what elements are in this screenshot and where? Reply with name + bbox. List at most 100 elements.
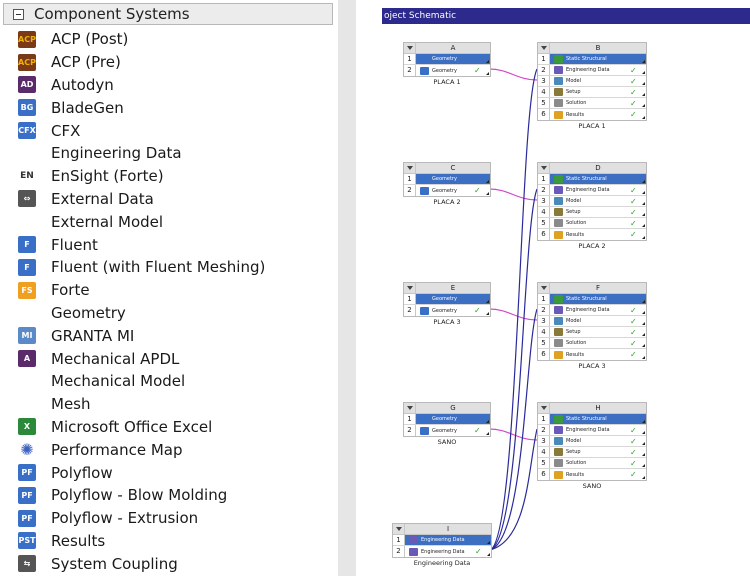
system-block[interactable]: B 1 Static Structural 2 Engineering Data ✓ 3 Mo…: [537, 42, 647, 121]
system-cell[interactable]: 6 Results ✓: [538, 229, 646, 240]
system-cell[interactable]: 1 Geometry: [404, 54, 490, 65]
toolbox-item[interactable]: ACP ACP (Pre): [0, 51, 336, 74]
system-name[interactable]: PLACA 2: [403, 198, 491, 206]
collapse-minus-icon[interactable]: [13, 8, 24, 20]
system-cell[interactable]: 1 Static Structural: [538, 294, 646, 305]
system-menu-arrow-icon[interactable]: [538, 43, 550, 53]
system-name[interactable]: PLACA 1: [403, 78, 491, 86]
system-cell[interactable]: 2 Engineering Data ✓: [538, 65, 646, 76]
toolbox-item[interactable]: AD Autodyn: [0, 74, 336, 97]
system-block[interactable]: A 1 Geometry 2 Geometry ✓: [403, 42, 491, 77]
system-block[interactable]: G 1 Geometry 2 Geometry ✓: [403, 402, 491, 437]
system-cell[interactable]: 4 Setup ✓: [538, 87, 646, 98]
system-cell[interactable]: 1 Geometry: [404, 414, 490, 425]
system-menu-arrow-icon[interactable]: [404, 43, 416, 53]
system-cell[interactable]: 2 Geometry ✓: [404, 425, 490, 436]
system-cell[interactable]: 4 Setup ✓: [538, 447, 646, 458]
toolbox-item[interactable]: ACP ACP (Post): [0, 28, 336, 51]
system-cell[interactable]: 3 Model ✓: [538, 436, 646, 447]
system-cell[interactable]: 1 Static Structural: [538, 54, 646, 65]
system-header[interactable]: D: [538, 163, 646, 174]
toolbox-item[interactable]: ✺ Performance Map: [0, 438, 336, 461]
engineering-data-link-wire: [489, 428, 538, 551]
toolbox-item[interactable]: PF Polyflow - Extrusion: [0, 507, 336, 530]
system-header[interactable]: B: [538, 43, 646, 54]
system-cell[interactable]: 2 Engineering Data ✓: [538, 185, 646, 196]
system-header[interactable]: F: [538, 283, 646, 294]
toolbox-item[interactable]: BG BladeGen: [0, 96, 336, 119]
toolbox-item[interactable]: ⇔ External Data: [0, 188, 336, 211]
system-header[interactable]: E: [404, 283, 490, 294]
system-cell[interactable]: 1 Geometry: [404, 174, 490, 185]
system-cell[interactable]: 2 Geometry ✓: [404, 185, 490, 196]
system-name[interactable]: PLACA 3: [403, 318, 491, 326]
toolbox-item[interactable]: F Fluent (with Fluent Meshing): [0, 256, 336, 279]
toolbox-item[interactable]: MI GRANTA MI: [0, 324, 336, 347]
cell-corner-marker-icon: [640, 328, 646, 336]
system-cell[interactable]: 6 Results ✓: [538, 469, 646, 480]
toolbox-item[interactable]: PST Results: [0, 530, 336, 553]
toolbox-scrollbar[interactable]: [338, 0, 356, 576]
project-schematic-canvas[interactable]: A 1 Geometry 2 Geometry ✓ PLACA 1 B 1 Static Stru…: [382, 24, 750, 576]
toolbox-item[interactable]: A Mechanical APDL: [0, 347, 336, 370]
system-menu-arrow-icon[interactable]: [538, 403, 550, 413]
system-cell[interactable]: 2 Engineering Data ✓: [393, 546, 491, 557]
toolbox-item[interactable]: ⇆ System Coupling: [0, 552, 336, 575]
system-cell[interactable]: 2 Geometry ✓: [404, 65, 490, 76]
system-cell[interactable]: 4 Setup ✓: [538, 207, 646, 218]
system-cell[interactable]: 3 Model ✓: [538, 316, 646, 327]
toolbox-item[interactable]: PF Polyflow: [0, 461, 336, 484]
system-cell[interactable]: 5 Solution ✓: [538, 218, 646, 229]
toolbox-item[interactable]: CFX CFX: [0, 119, 336, 142]
system-cell[interactable]: 5 Solution ✓: [538, 458, 646, 469]
toolbox-item[interactable]: Mesh: [0, 393, 336, 416]
toolbox-item[interactable]: FS Forte: [0, 279, 336, 302]
system-menu-arrow-icon[interactable]: [393, 524, 405, 534]
system-name[interactable]: PLACA 1: [537, 122, 647, 130]
system-menu-arrow-icon[interactable]: [404, 163, 416, 173]
system-cell[interactable]: 3 Model ✓: [538, 196, 646, 207]
system-cell[interactable]: 2 Engineering Data ✓: [538, 425, 646, 436]
system-cell[interactable]: 2 Geometry ✓: [404, 305, 490, 316]
system-block[interactable]: C 1 Geometry 2 Geometry ✓: [403, 162, 491, 197]
system-cell[interactable]: 1 Engineering Data: [393, 535, 491, 546]
system-block[interactable]: F 1 Static Structural 2 Engineering Data ✓ 3 Mo…: [537, 282, 647, 361]
system-cell[interactable]: 1 Geometry: [404, 294, 490, 305]
system-cell[interactable]: 6 Results ✓: [538, 109, 646, 120]
system-block[interactable]: E 1 Geometry 2 Geometry ✓: [403, 282, 491, 317]
system-cell[interactable]: 4 Setup ✓: [538, 327, 646, 338]
system-header[interactable]: H: [538, 403, 646, 414]
system-menu-arrow-icon[interactable]: [538, 283, 550, 293]
system-cell[interactable]: 1 Static Structural: [538, 174, 646, 185]
system-block[interactable]: I 1 Engineering Data 2 Engineering Data ✓: [392, 523, 492, 558]
toolbox-item[interactable]: X Microsoft Office Excel: [0, 416, 336, 439]
system-cell[interactable]: 3 Model ✓: [538, 76, 646, 87]
system-block[interactable]: H 1 Static Structural 2 Engineering Data ✓ 3 Mo…: [537, 402, 647, 481]
system-cell[interactable]: 1 Static Structural: [538, 414, 646, 425]
system-name[interactable]: SANO: [403, 438, 491, 446]
toolbox-item[interactable]: Engineering Data: [0, 142, 336, 165]
system-name[interactable]: SANO: [537, 482, 647, 490]
system-cell[interactable]: 2 Engineering Data ✓: [538, 305, 646, 316]
system-header[interactable]: A: [404, 43, 490, 54]
system-header[interactable]: C: [404, 163, 490, 174]
system-menu-arrow-icon[interactable]: [538, 163, 550, 173]
system-menu-arrow-icon[interactable]: [404, 283, 416, 293]
component-systems-header[interactable]: Component Systems: [3, 3, 333, 25]
toolbox-item[interactable]: EN EnSight (Forte): [0, 165, 336, 188]
system-cell[interactable]: 5 Solution ✓: [538, 338, 646, 349]
system-header[interactable]: G: [404, 403, 490, 414]
toolbox-item[interactable]: F Fluent: [0, 233, 336, 256]
system-name[interactable]: PLACA 3: [537, 362, 647, 370]
system-name[interactable]: Engineering Data: [392, 559, 492, 567]
system-cell[interactable]: 6 Results ✓: [538, 349, 646, 360]
system-name[interactable]: PLACA 2: [537, 242, 647, 250]
system-menu-arrow-icon[interactable]: [404, 403, 416, 413]
system-block[interactable]: D 1 Static Structural 2 Engineering Data ✓ 3 Mo…: [537, 162, 647, 241]
toolbox-item[interactable]: Mechanical Model: [0, 370, 336, 393]
system-header[interactable]: I: [393, 524, 491, 535]
system-cell[interactable]: 5 Solution ✓: [538, 98, 646, 109]
toolbox-item[interactable]: External Model: [0, 210, 336, 233]
toolbox-item[interactable]: Geometry: [0, 302, 336, 325]
toolbox-item[interactable]: PF Polyflow - Blow Molding: [0, 484, 336, 507]
